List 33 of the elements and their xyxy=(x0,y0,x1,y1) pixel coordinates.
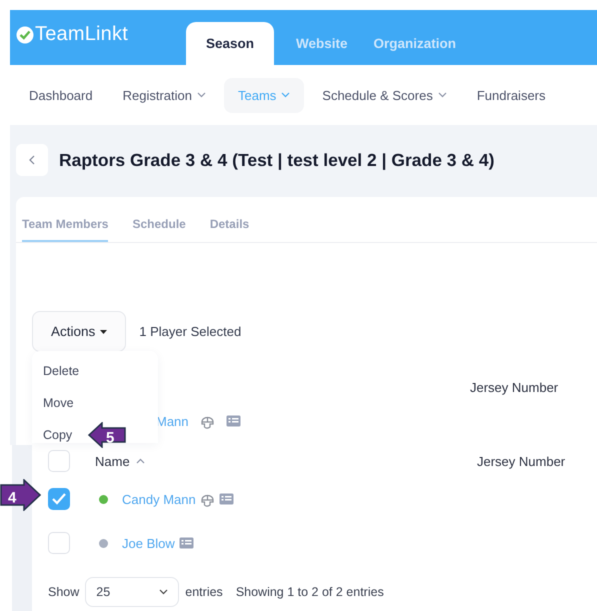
page-title: Raptors Grade 3 & 4 (Test | test level 2 | Grade 3 & 4) xyxy=(59,150,494,170)
callout-number: 5 xyxy=(106,429,114,446)
chevron-down-icon xyxy=(159,589,168,595)
caret-icon xyxy=(100,330,108,334)
page-size-select[interactable]: 25 xyxy=(85,577,180,607)
nav-item[interactable]: Dashboard xyxy=(17,78,105,112)
entries-info: Showing 1 to 2 of 2 entries xyxy=(236,585,384,599)
nav-item[interactable]: Schedule & Scores xyxy=(310,78,459,112)
entries-label: entries xyxy=(185,585,223,599)
chevron-left-icon xyxy=(29,155,35,165)
logo-text: TeamLinkt xyxy=(35,23,128,46)
arrow-callout xyxy=(0,479,41,511)
check-icon xyxy=(51,492,67,506)
callout-number: 4 xyxy=(8,489,16,506)
id-card-icon xyxy=(226,415,241,427)
actions-button[interactable]: Actions xyxy=(32,311,126,352)
nav-item[interactable]: Fundraisers xyxy=(464,78,558,112)
column-header[interactable]: Jersey Number xyxy=(477,454,566,468)
check-circle-icon xyxy=(16,26,34,44)
arrow-callout xyxy=(88,422,126,448)
selection-count: 1 Player Selected xyxy=(139,324,242,339)
menu-item[interactable]: Delete xyxy=(43,363,80,379)
nav-item[interactable]: Registration xyxy=(110,78,218,112)
menu-item[interactable]: Move xyxy=(43,395,74,411)
column-header[interactable]: Name xyxy=(95,454,477,468)
column-header: Jersey Number xyxy=(470,380,558,395)
id-card-icon xyxy=(218,493,234,505)
nav-tab[interactable]: Season xyxy=(186,22,274,65)
id-card-icon xyxy=(178,537,194,549)
checkbox[interactable] xyxy=(48,488,70,510)
show-label: Show xyxy=(48,585,80,599)
menu-item[interactable]: Copy xyxy=(43,427,72,443)
back-button[interactable] xyxy=(16,144,48,176)
